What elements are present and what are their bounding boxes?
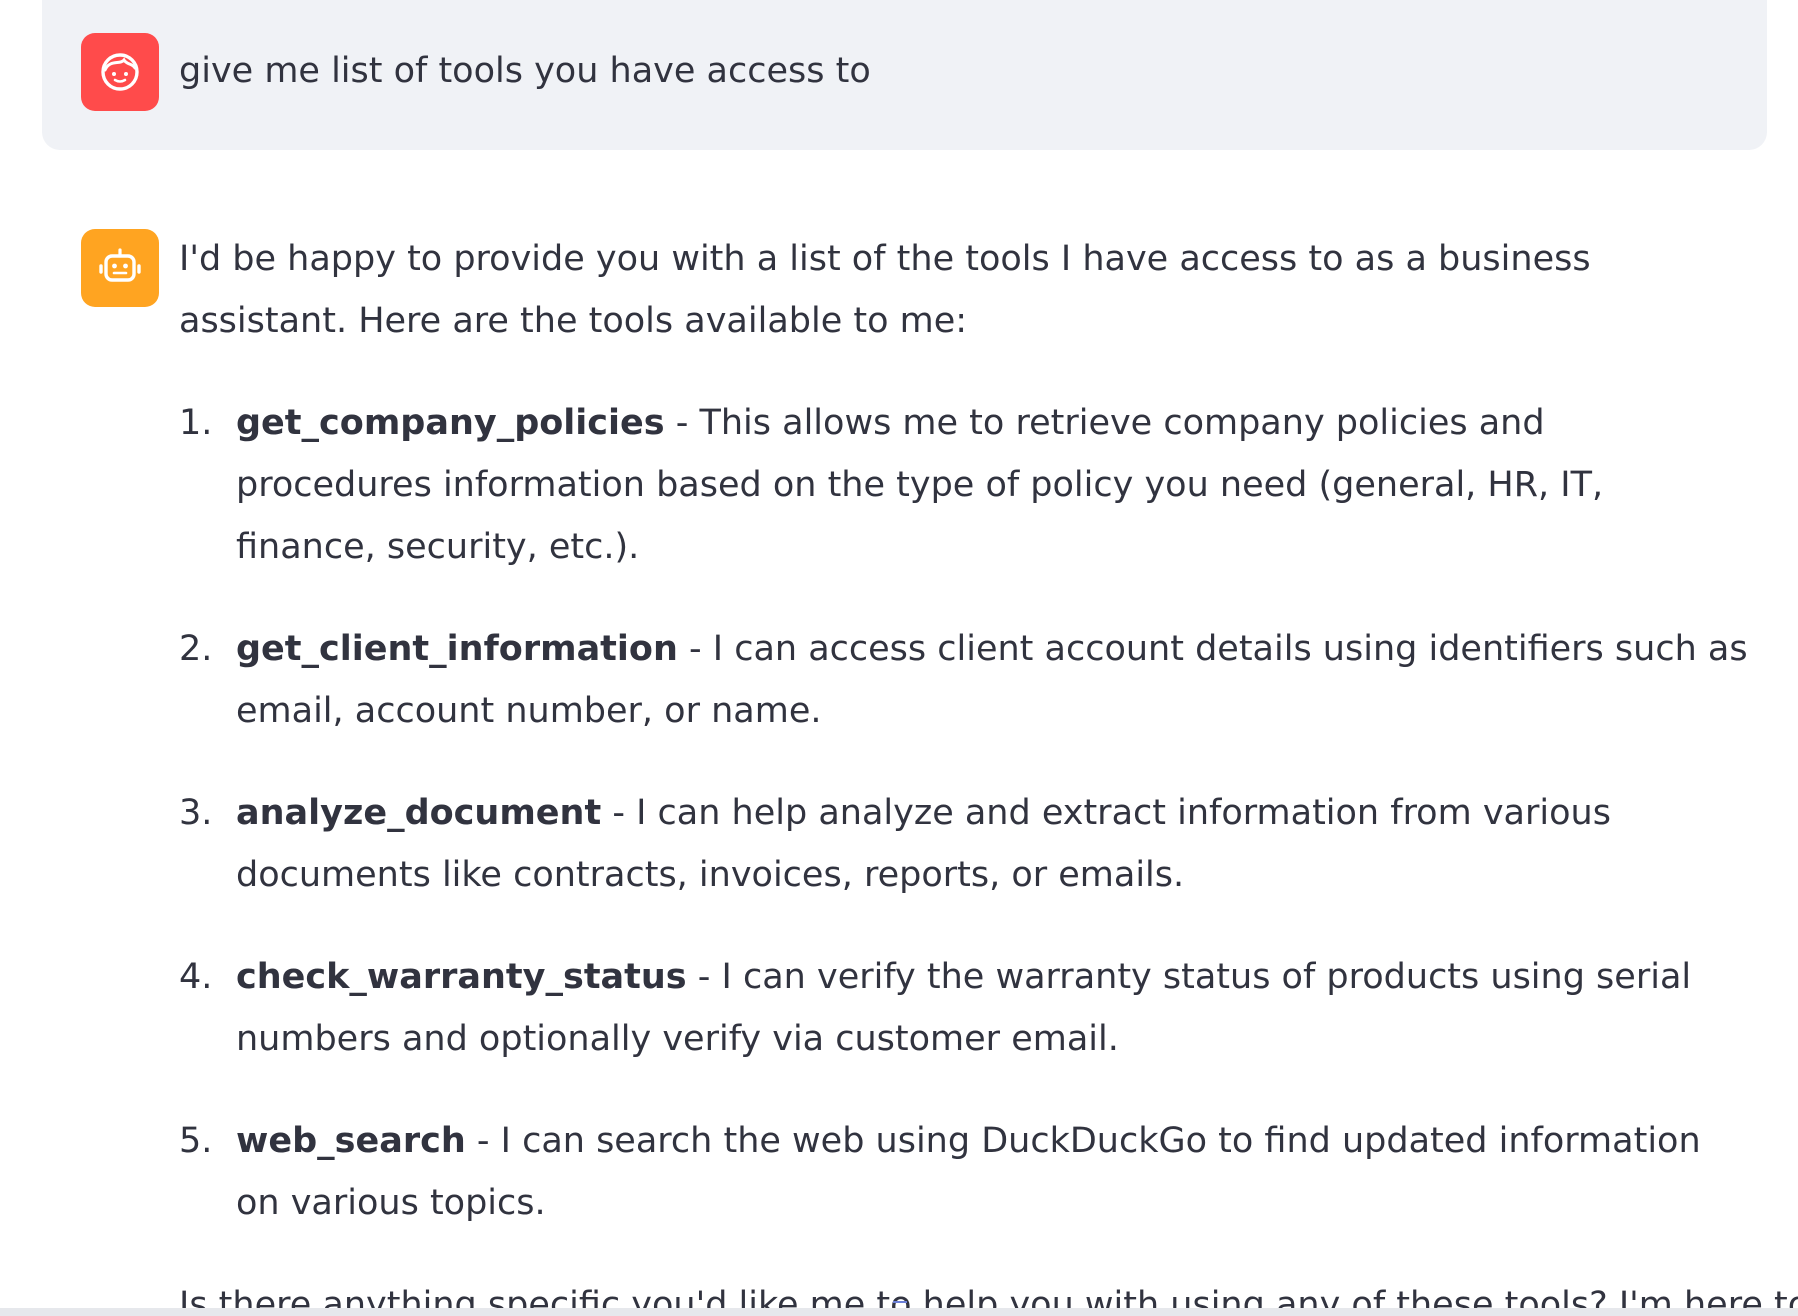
user-message-text: give me list of tools you have access to: [179, 51, 871, 91]
tool-number: 2.: [179, 629, 213, 669]
tool-list-item: 2. get_client_information - I can access …: [179, 618, 1749, 742]
tool-list-item: 1. get_company_policies - This allows me …: [179, 392, 1749, 578]
assistant-intro: I'd be happy to provide you with a list …: [179, 239, 1591, 341]
user-avatar: [81, 33, 159, 111]
robot-icon: [99, 248, 141, 282]
tool-list-item: 4. check_warranty_status - I can verify t…: [179, 946, 1749, 1070]
tool-number: 4.: [179, 957, 213, 997]
tool-number: 3.: [179, 793, 213, 833]
tool-name: web_search: [236, 1121, 466, 1161]
tool-name: get_client_information: [236, 629, 678, 669]
tool-number: 5.: [179, 1121, 213, 1161]
tool-list-item: 5. web_search - I can search the web usin…: [179, 1110, 1749, 1234]
tool-list-item: 3. analyze_document - I can help analyze …: [179, 782, 1749, 906]
tools-list: 1. get_company_policies - This allows me …: [179, 392, 1769, 1234]
scroll-indicator[interactable]: [893, 1301, 907, 1303]
bottom-divider: [0, 1308, 1798, 1316]
assistant-message: I'd be happy to provide you with a list …: [179, 228, 1798, 1316]
tool-number: 1.: [179, 403, 213, 443]
tool-name: analyze_document: [236, 793, 602, 833]
chat-page: give me list of tools you have access to…: [0, 0, 1798, 1316]
assistant-avatar: [81, 229, 159, 307]
user-face-icon: [101, 53, 139, 91]
tool-name: check_warranty_status: [236, 957, 687, 997]
tool-name: get_company_policies: [236, 403, 665, 443]
